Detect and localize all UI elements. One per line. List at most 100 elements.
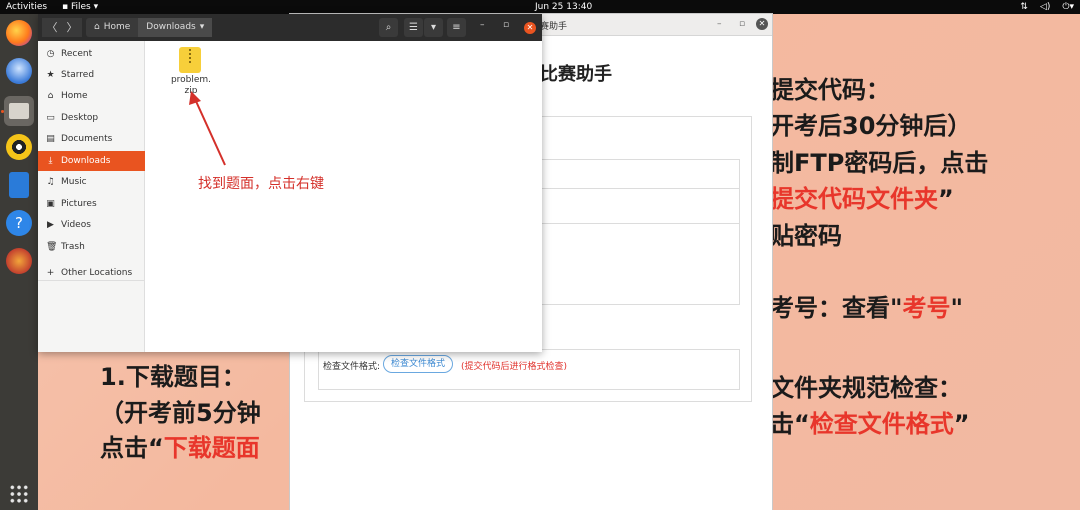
sidebar-item-label: Starred — [61, 70, 95, 80]
files-icon[interactable] — [4, 96, 34, 126]
grid-icon[interactable] — [9, 484, 29, 504]
sidebar-item-other-locations[interactable]: + Other Locations — [38, 263, 145, 283]
slide-text-part: ” — [953, 410, 970, 438]
maximize-icon[interactable]: ▫ — [503, 20, 509, 30]
help-icon[interactable]: ? — [6, 210, 32, 236]
sidebar-item-label: Trash — [61, 242, 85, 252]
breadcrumb-home[interactable]: ⌂ Home — [86, 18, 138, 37]
music-icon: ♫ — [46, 177, 55, 187]
zip-file-icon[interactable] — [179, 47, 201, 73]
sidebar-item-label: Desktop — [61, 113, 99, 123]
app-menu[interactable]: ▪ Files ▾ — [62, 0, 98, 14]
check-format-row: 检查文件格式: 检查文件格式 (提交代码后进行格式检查) — [318, 349, 740, 390]
slide-text: 击“检查文件格式” — [770, 404, 970, 439]
forward-button[interactable]: 〉 — [62, 18, 82, 37]
sidebar-item-starred[interactable]: ★ Starred — [38, 65, 145, 85]
home-icon: ⌂ — [94, 22, 100, 32]
sidebar-item-documents[interactable]: ▤ Documents — [38, 129, 145, 149]
sidebar-item-pictures[interactable]: ▣ Pictures — [38, 194, 145, 214]
breadcrumb-home-label: Home — [103, 22, 131, 32]
firefox-icon[interactable] — [6, 20, 32, 46]
sidebar-item-label: Music — [61, 177, 87, 187]
writer-icon[interactable] — [9, 172, 29, 198]
app-icon[interactable] — [6, 248, 32, 274]
sidebar-item-label: Home — [61, 91, 88, 101]
star-icon: ★ — [46, 70, 55, 80]
search-icon[interactable]: ⌕ — [379, 18, 398, 37]
slide-text: 提交代码： — [770, 76, 890, 104]
sidebar-item-home[interactable]: ⌂ Home — [38, 86, 145, 106]
file-view[interactable]: problem. zip 找到题面，点击右键 — [145, 41, 542, 352]
sidebar-item-recent[interactable]: ◷ Recent — [38, 44, 145, 64]
sidebar-item-label: Pictures — [61, 199, 97, 209]
annotation-arrow — [189, 91, 226, 166]
slide-text: 文件夹规范检查： — [770, 374, 962, 402]
slide-text-part: ” — [938, 185, 954, 213]
sidebar-item-label: Downloads — [61, 156, 111, 166]
sidebar-item-label: Videos — [61, 220, 91, 230]
active-indicator — [1, 110, 4, 113]
home-icon: ⌂ — [47, 91, 54, 101]
slide-text-highlight: 考号 — [902, 294, 951, 322]
files-window: 〈 〉 ⌂ Home Downloads ▾ ⌕ ☰ ▾ ≡ – ▫ ✕ ◷ Re… — [38, 14, 542, 352]
slide-text: （开考前5分钟 — [100, 399, 261, 427]
slide-text-part: 击“ — [770, 410, 810, 438]
picture-icon: ▣ — [46, 199, 55, 209]
minimize-icon[interactable]: – — [480, 20, 485, 30]
trash-icon: 🗑 — [46, 242, 58, 252]
slide-text-part: 考号：查看" — [770, 294, 903, 322]
slide-text: 考号：查看"考号" — [770, 288, 963, 323]
check-format-label: 检查文件格式: — [323, 362, 381, 372]
close-icon[interactable]: ✕ — [756, 18, 768, 30]
clock[interactable]: Jun 25 13:40 — [535, 0, 592, 14]
check-format-button[interactable]: 检查文件格式 — [383, 355, 454, 373]
slide-text: 制FTP密码后，点击 — [770, 149, 989, 177]
thunderbird-icon[interactable] — [6, 58, 32, 84]
minimize-icon[interactable]: – — [717, 19, 722, 29]
files-headerbar[interactable]: 〈 〉 ⌂ Home Downloads ▾ ⌕ ☰ ▾ ≡ – ▫ ✕ — [38, 14, 542, 41]
slide-text-highlight: 下载题面 — [163, 434, 260, 462]
video-icon: ▶ — [47, 220, 54, 230]
maximize-icon[interactable]: ▫ — [739, 19, 745, 29]
dock: ? — [0, 14, 38, 510]
slide-text: 1.下载题目： — [100, 363, 246, 391]
annotation-text: 找到题面，点击右键 — [198, 176, 324, 192]
sidebar-item-label: Recent — [61, 49, 93, 59]
sidebar-item-desktop[interactable]: ▭ Desktop — [38, 108, 145, 128]
network-icon: ⇅ — [1020, 2, 1028, 12]
plus-icon: + — [46, 268, 55, 278]
back-button[interactable]: 〈 — [42, 18, 62, 37]
chevron-down-icon: ▾ — [199, 22, 205, 32]
sidebar-item-videos[interactable]: ▶ Videos — [38, 215, 145, 235]
files-sidebar: ◷ Recent ★ Starred ⌂ Home ▭ Desktop ▤ Documen… — [38, 41, 145, 352]
download-icon: ⤓ — [48, 156, 53, 166]
top-bar: Activities ▪ Files ▾ Jun 25 13:40 ⇅ ◁) ⏻… — [0, 0, 1080, 14]
sidebar-item-music[interactable]: ♫ Music — [38, 172, 145, 192]
rhythmbox-icon[interactable] — [6, 134, 32, 160]
sidebar-item-label: Other Locations — [61, 268, 133, 278]
sidebar-item-trash[interactable]: 🗑 Trash — [38, 237, 145, 257]
slide-text: 开考后30分钟后） — [770, 112, 972, 140]
document-icon: ▤ — [46, 134, 55, 144]
volume-icon: ◁) — [1039, 2, 1051, 12]
annotation-arrow-line — [194, 98, 226, 166]
view-options-icon[interactable]: ▾ — [424, 18, 443, 37]
close-icon[interactable]: ✕ — [524, 22, 536, 34]
sidebar-item-label: Documents — [61, 134, 113, 144]
view-list-icon[interactable]: ☰ — [404, 18, 423, 37]
slide-text-highlight: 提交代码文件夹 — [770, 185, 938, 213]
system-tray[interactable]: ⇅ ◁) ⏻▾ — [1020, 0, 1074, 14]
breadcrumb-current[interactable]: Downloads ▾ — [138, 18, 213, 37]
clock-icon: ◷ — [46, 49, 55, 59]
slide-text-highlight: 检查文件格式 — [809, 410, 954, 438]
file-name-line: problem. — [170, 75, 212, 85]
power-icon: ⏻▾ — [1062, 2, 1074, 12]
page-title: 比赛助手 — [540, 64, 612, 85]
breadcrumb: ⌂ Home Downloads ▾ — [86, 18, 213, 37]
breadcrumb-current-label: Downloads — [146, 22, 196, 32]
menu-icon[interactable]: ≡ — [447, 18, 466, 37]
app-menu-label: Files — [70, 2, 91, 12]
activities-button[interactable]: Activities — [6, 0, 47, 14]
sidebar-item-downloads[interactable]: ⤓ Downloads — [38, 151, 145, 171]
annotation-arrow-head — [189, 91, 201, 105]
